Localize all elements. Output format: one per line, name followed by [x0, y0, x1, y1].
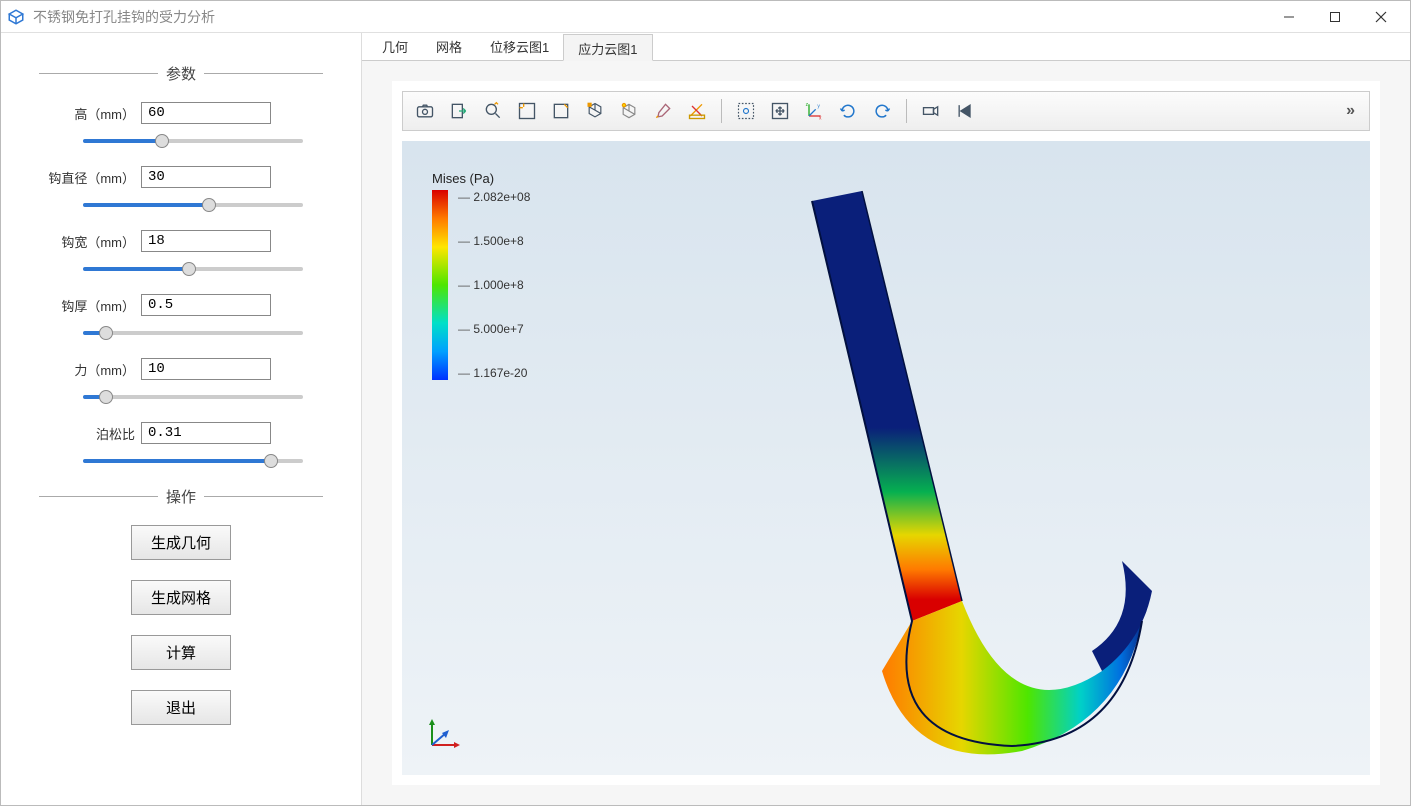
legend-tick: 1.000e+8: [458, 278, 530, 292]
legend-ticks: 2.082e+08 1.500e+8 1.000e+8 5.000e+7 1.1…: [458, 190, 530, 380]
canvas-panel: z yx » Mises (Pa): [392, 81, 1380, 785]
param-input-width[interactable]: [141, 230, 271, 252]
toolbar-separator: [721, 99, 722, 123]
app-window: 不锈钢免打孔挂钩的受力分析 参数 高（mm） 钩直径（mm）: [0, 0, 1411, 806]
tabs-bar: 几何 网格 位移云图1 应力云图1: [362, 33, 1410, 61]
param-label-thick: 钩厚（mm）: [31, 296, 141, 315]
brush-icon[interactable]: [649, 97, 677, 125]
param-label-height: 高（mm）: [31, 104, 141, 123]
fem-result-model: [582, 181, 1202, 775]
tab-mesh[interactable]: 网格: [422, 33, 476, 60]
shade-cube-icon[interactable]: [615, 97, 643, 125]
minimize-button[interactable]: [1266, 1, 1312, 33]
screenshot-icon[interactable]: [411, 97, 439, 125]
svg-text:z: z: [806, 102, 809, 108]
param-input-height[interactable]: [141, 102, 271, 124]
param-slider-diameter[interactable]: [83, 203, 303, 207]
param-input-poisson[interactable]: [141, 422, 271, 444]
rotate-cw-icon[interactable]: [834, 97, 862, 125]
legend-tick: 5.000e+7: [458, 322, 530, 336]
legend-tick: 1.500e+8: [458, 234, 530, 248]
sidebar: 参数 高（mm） 钩直径（mm） 钩宽（mm） 钩厚（mm）: [1, 33, 361, 805]
window-controls: [1266, 1, 1404, 33]
box-view-icon[interactable]: [547, 97, 575, 125]
param-slider-poisson[interactable]: [83, 459, 303, 463]
titlebar: 不锈钢免打孔挂钩的受力分析: [1, 1, 1410, 33]
viewport-3d[interactable]: Mises (Pa) 2.082e+08 1.500e+8 1.000e+8 5…: [402, 141, 1370, 775]
param-input-diameter[interactable]: [141, 166, 271, 188]
param-slider-thick[interactable]: [83, 331, 303, 335]
actions-section-title: 操作: [31, 486, 331, 507]
legend-tick: 1.167e-20: [458, 366, 530, 380]
maximize-button[interactable]: [1312, 1, 1358, 33]
pan-icon[interactable]: [766, 97, 794, 125]
param-label-diameter: 钩直径（mm）: [31, 168, 141, 187]
param-slider-height[interactable]: [83, 139, 303, 143]
compute-button[interactable]: 计算: [131, 635, 231, 670]
svg-text:y: y: [817, 104, 820, 110]
viewport-toolbar: z yx »: [402, 91, 1370, 131]
generate-geometry-button[interactable]: 生成几何: [131, 525, 231, 560]
iso-cube-icon[interactable]: [581, 97, 609, 125]
params-section-title: 参数: [31, 63, 331, 84]
main-area: 几何 网格 位移云图1 应力云图1: [361, 33, 1410, 805]
param-label-poisson: 泊松比: [31, 424, 141, 443]
param-label-width: 钩宽（mm）: [31, 232, 141, 251]
axes-icon[interactable]: z yx: [800, 97, 828, 125]
close-button[interactable]: [1358, 1, 1404, 33]
tab-displacement[interactable]: 位移云图1: [476, 33, 563, 60]
generate-mesh-button[interactable]: 生成网格: [131, 580, 231, 615]
legend-title: Mises (Pa): [432, 171, 530, 186]
param-input-thick[interactable]: [141, 294, 271, 316]
svg-text:x: x: [819, 115, 822, 121]
tab-stress[interactable]: 应力云图1: [563, 34, 652, 61]
param-slider-force[interactable]: [83, 395, 303, 399]
app-icon: [7, 8, 25, 26]
param-slider-width[interactable]: [83, 267, 303, 271]
param-label-force: 力（mm）: [31, 360, 141, 379]
rotate-ccw-icon[interactable]: [868, 97, 896, 125]
legend-colorbar: [432, 190, 448, 380]
toolbar-overflow[interactable]: »: [1340, 102, 1361, 120]
toolbar-separator: [906, 99, 907, 123]
zoom-icon[interactable]: [479, 97, 507, 125]
legend-tick: 2.082e+08: [458, 190, 530, 204]
tab-geometry[interactable]: 几何: [368, 33, 422, 60]
fit-view-icon[interactable]: [513, 97, 541, 125]
rewind-icon[interactable]: [951, 97, 979, 125]
exit-button[interactable]: 退出: [131, 690, 231, 725]
export-icon[interactable]: [445, 97, 473, 125]
select-area-icon[interactable]: [732, 97, 760, 125]
camera-view-icon[interactable]: [917, 97, 945, 125]
measure-icon[interactable]: [683, 97, 711, 125]
axis-triad-icon: [422, 715, 462, 755]
param-input-force[interactable]: [141, 358, 271, 380]
color-legend: Mises (Pa) 2.082e+08 1.500e+8 1.000e+8 5…: [432, 171, 530, 380]
window-title: 不锈钢免打孔挂钩的受力分析: [33, 7, 1266, 27]
